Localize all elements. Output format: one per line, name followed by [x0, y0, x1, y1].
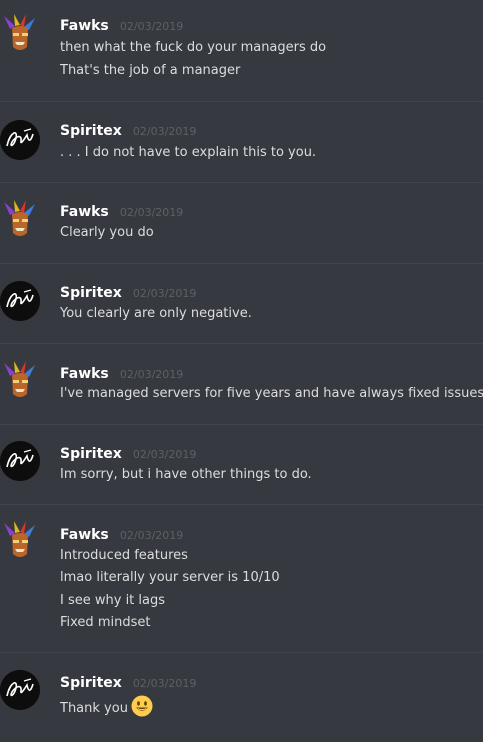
spiritex-logo-icon	[0, 120, 40, 160]
message-timestamp: 02/03/2019	[132, 448, 197, 461]
message-timestamp: 02/03/2019	[132, 125, 197, 138]
crash-mask-icon	[0, 199, 40, 239]
message-text: That's the job of a manager	[60, 63, 241, 78]
message-divider	[0, 424, 483, 425]
avatar[interactable]	[0, 13, 40, 53]
avatar[interactable]	[0, 520, 40, 560]
message-text: then what the fuck do your managers do	[60, 40, 327, 55]
message-text: Fixed mindset	[60, 615, 151, 630]
message-timestamp: 02/03/2019	[119, 206, 184, 219]
message-text: You clearly are only negative.	[60, 306, 252, 321]
message-divider	[0, 343, 483, 344]
message-divider	[0, 263, 483, 264]
chat-message-list: Fawks 02/03/2019 then what the fuck do y…	[0, 0, 483, 742]
message-text: . . . I do not have to explain this to y…	[60, 145, 317, 160]
message-divider	[0, 101, 483, 102]
message-author[interactable]: Fawks	[60, 366, 109, 382]
crash-mask-icon	[0, 13, 40, 53]
avatar[interactable]	[0, 360, 40, 400]
message-text-row: Thank you	[60, 695, 153, 723]
message-timestamp: 02/03/2019	[119, 529, 184, 542]
crash-mask-icon	[0, 360, 40, 400]
message-text: lmao literally your server is 10/10	[60, 570, 280, 585]
avatar[interactable]	[0, 441, 40, 481]
grinning-face-emoji	[131, 695, 153, 723]
message-text: I see why it lags	[60, 593, 166, 608]
spiritex-logo-icon	[0, 670, 40, 710]
message-author[interactable]: Spiritex	[60, 446, 122, 462]
message-timestamp: 02/03/2019	[119, 368, 184, 381]
message-author[interactable]: Fawks	[60, 18, 109, 34]
avatar[interactable]	[0, 670, 40, 710]
message-text: I've managed servers for five years and …	[60, 386, 483, 401]
message-timestamp: 02/03/2019	[132, 287, 197, 300]
spiritex-logo-icon	[0, 281, 40, 321]
message-author[interactable]: Fawks	[60, 527, 109, 543]
message-author[interactable]: Spiritex	[60, 675, 122, 691]
message-divider	[0, 182, 483, 183]
avatar[interactable]	[0, 120, 40, 160]
message-text: Introduced features	[60, 548, 188, 563]
avatar[interactable]	[0, 199, 40, 239]
message-author[interactable]: Spiritex	[60, 123, 122, 139]
message-text: Clearly you do	[60, 225, 154, 240]
message-divider	[0, 504, 483, 505]
message-text: Thank you	[60, 701, 128, 716]
message-text: Im sorry, but i have other things to do.	[60, 467, 312, 482]
message-timestamp: 02/03/2019	[119, 20, 184, 33]
avatar[interactable]	[0, 281, 40, 321]
message-divider	[0, 652, 483, 653]
message-timestamp: 02/03/2019	[132, 677, 197, 690]
message-author[interactable]: Spiritex	[60, 285, 122, 301]
crash-mask-icon	[0, 520, 40, 560]
message-author[interactable]: Fawks	[60, 204, 109, 220]
spiritex-logo-icon	[0, 441, 40, 481]
